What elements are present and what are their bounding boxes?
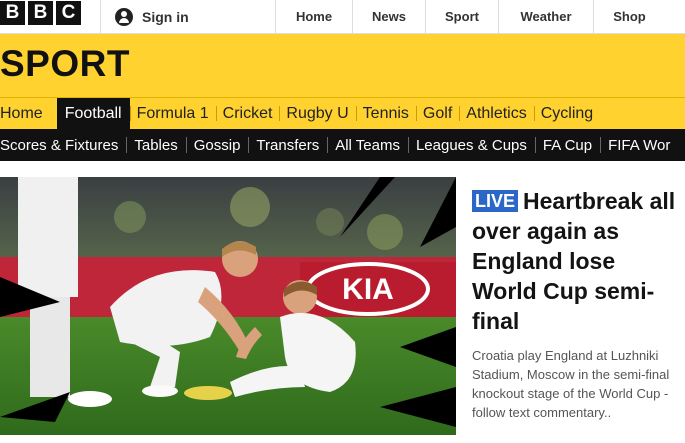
secondary-nav-fa-cup[interactable]: FA Cup [534, 129, 600, 161]
primary-nav-rugby-union[interactable]: Rugby U [279, 98, 355, 129]
global-nav-shop[interactable]: Shop [593, 0, 665, 33]
hero-image[interactable]: KIA [0, 177, 456, 435]
signin-label: Sign in [142, 8, 189, 25]
primary-nav-golf[interactable]: Golf [415, 98, 459, 129]
live-badge: LIVE [472, 190, 519, 212]
primary-nav-football[interactable]: Football [56, 98, 130, 129]
secondary-nav-gossip[interactable]: Gossip [185, 129, 249, 161]
primary-nav-cycling[interactable]: Cycling [533, 98, 600, 129]
bbc-logo[interactable]: B B C [0, 1, 81, 25]
secondary-nav: Scores & Fixtures Tables Gossip Transfer… [0, 129, 685, 161]
global-nav-home[interactable]: Home [275, 0, 352, 33]
secondary-nav-fifa-world-cup[interactable]: FIFA Wor [600, 129, 678, 161]
article-teaser[interactable]: LIVE Heartbreak all over again as England… [472, 186, 684, 422]
bbc-logo-letter: B [28, 1, 53, 25]
secondary-nav-transfers[interactable]: Transfers [248, 129, 327, 161]
global-nav-weather[interactable]: Weather [498, 0, 593, 33]
primary-nav-home[interactable]: Home [0, 98, 50, 129]
sport-title[interactable]: SPORT [0, 43, 130, 85]
global-nav: Home News Sport Weather Shop [275, 0, 665, 33]
article-summary: Croatia play England at Luzhniki Stadium… [472, 348, 670, 420]
signin-link[interactable]: Sign in [100, 0, 275, 33]
kia-banner-text: KIA [342, 273, 394, 306]
primary-nav: Home Football Formula 1 Cricket Rugby U … [0, 97, 685, 129]
global-header: B B C Sign in Home News Sport Weather Sh… [0, 0, 685, 34]
primary-nav-tennis[interactable]: Tennis [355, 98, 416, 129]
secondary-nav-all-teams[interactable]: All Teams [327, 129, 408, 161]
secondary-nav-scores-fixtures[interactable]: Scores & Fixtures [0, 129, 126, 161]
bbc-logo-letter: C [56, 1, 81, 25]
primary-nav-athletics[interactable]: Athletics [459, 98, 533, 129]
global-nav-news[interactable]: News [352, 0, 425, 33]
sport-header: SPORT [0, 34, 685, 97]
article-headline[interactable]: LIVE Heartbreak all over again as England… [472, 186, 684, 336]
secondary-nav-leagues-cups[interactable]: Leagues & Cups [407, 129, 535, 161]
bbc-logo-letter: B [0, 1, 25, 25]
hero-photo: KIA [0, 177, 456, 435]
user-icon [115, 7, 133, 26]
secondary-nav-tables[interactable]: Tables [126, 129, 185, 161]
primary-nav-formula-1[interactable]: Formula 1 [129, 98, 216, 129]
primary-nav-cricket[interactable]: Cricket [215, 98, 280, 129]
global-nav-sport[interactable]: Sport [425, 0, 498, 33]
